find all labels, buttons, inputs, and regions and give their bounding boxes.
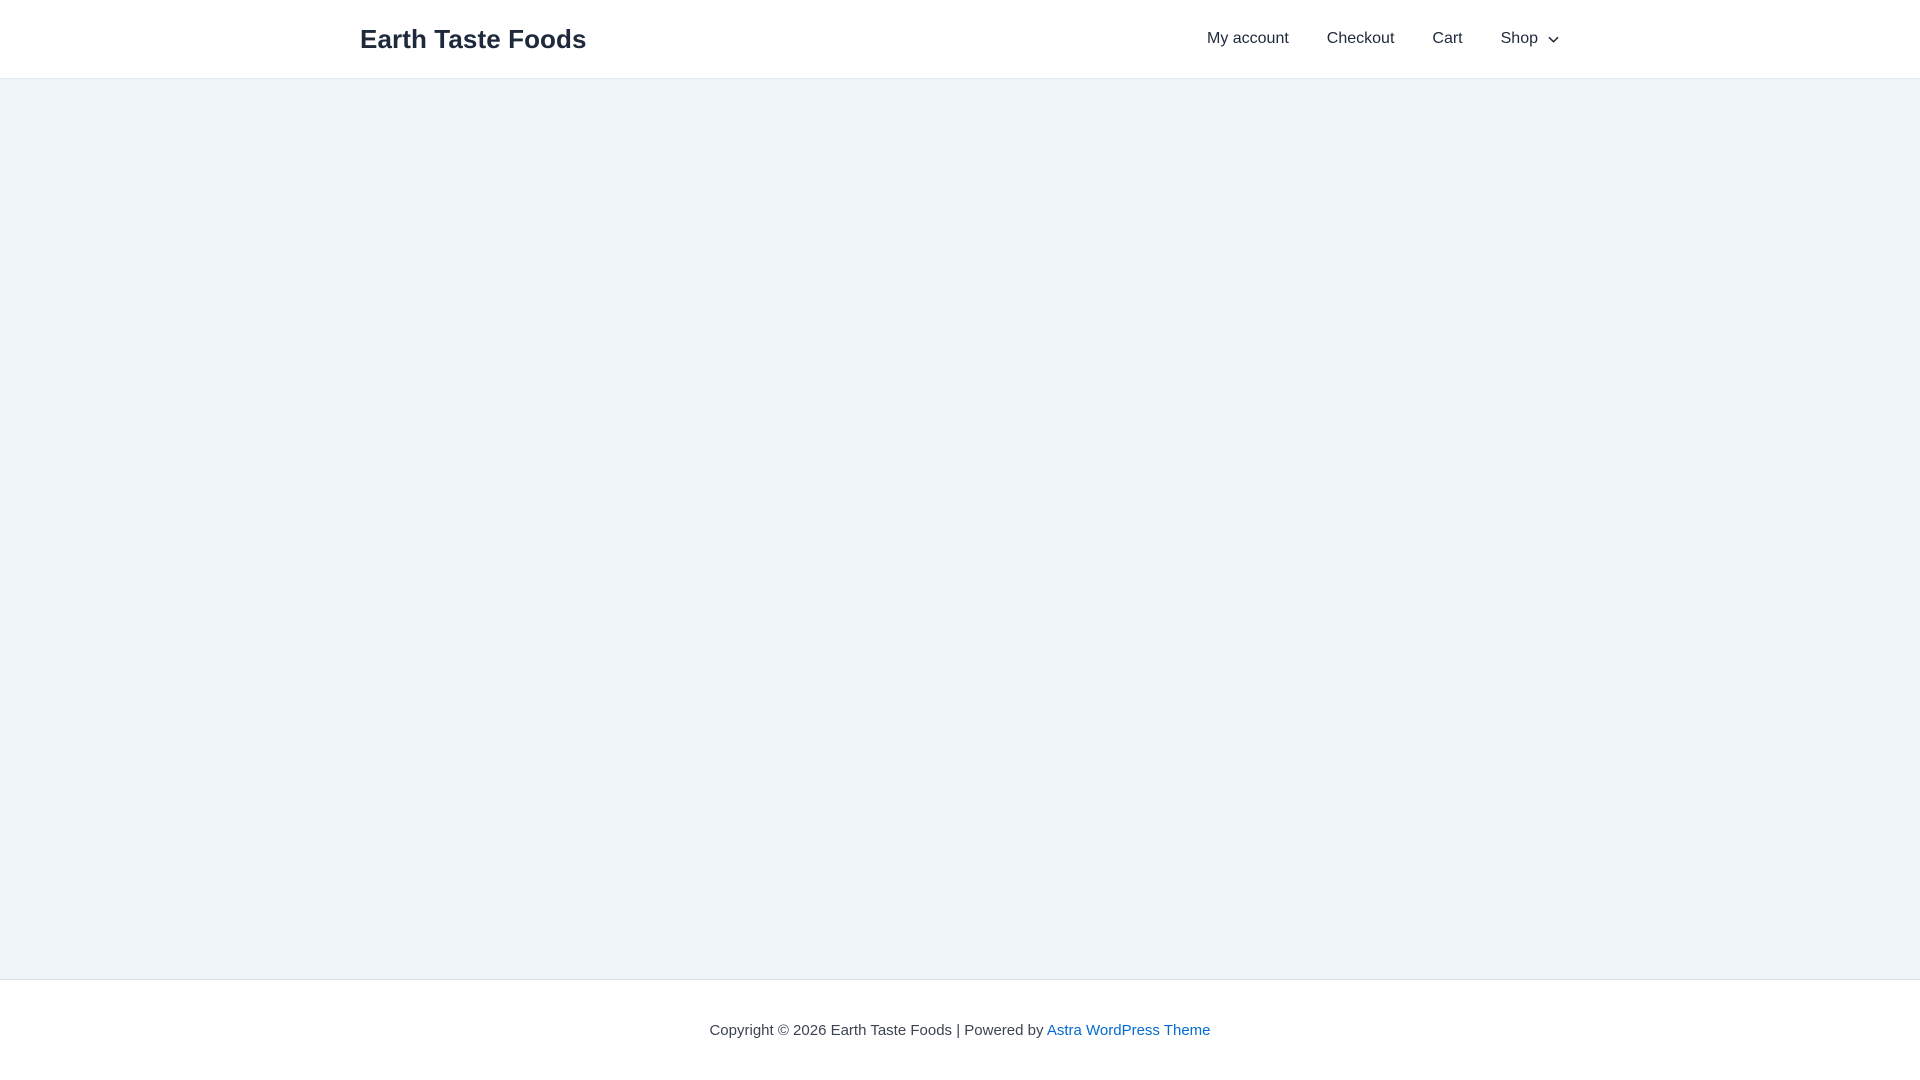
astra-theme-link[interactable]: Astra WordPress Theme — [1047, 1022, 1211, 1039]
chevron-down-icon[interactable] — [1547, 33, 1560, 46]
nav-link-shop[interactable]: Shop — [1482, 0, 1560, 78]
site-title-link[interactable]: Earth Taste Foods — [360, 24, 587, 54]
nav-item-cart: Cart — [1413, 0, 1481, 78]
copyright-text: Copyright © 2026 Earth Taste Foods | Pow… — [709, 1021, 1044, 1039]
main-content-area — [0, 79, 1920, 979]
copyright-bar: Copyright © 2026 Earth Taste Foods | Pow… — [709, 1022, 1210, 1039]
nav-item-checkout: Checkout — [1308, 0, 1414, 78]
nav-menu: My account Checkout Cart Shop — [1188, 0, 1560, 78]
header-container: Earth Taste Foods My account Checkout Ca… — [360, 0, 1560, 78]
nav-item-my-account: My account — [1188, 0, 1308, 78]
site-header: Earth Taste Foods My account Checkout Ca… — [0, 0, 1920, 79]
site-footer: Copyright © 2026 Earth Taste Foods | Pow… — [0, 979, 1920, 1080]
nav-link-my-account[interactable]: My account — [1188, 0, 1308, 78]
nav-item-shop: Shop — [1482, 0, 1560, 78]
primary-navigation: My account Checkout Cart Shop — [1188, 0, 1560, 78]
nav-link-cart[interactable]: Cart — [1413, 0, 1481, 78]
nav-link-shop-label: Shop — [1500, 30, 1538, 47]
nav-link-checkout[interactable]: Checkout — [1308, 0, 1414, 78]
site-title: Earth Taste Foods — [360, 24, 587, 55]
